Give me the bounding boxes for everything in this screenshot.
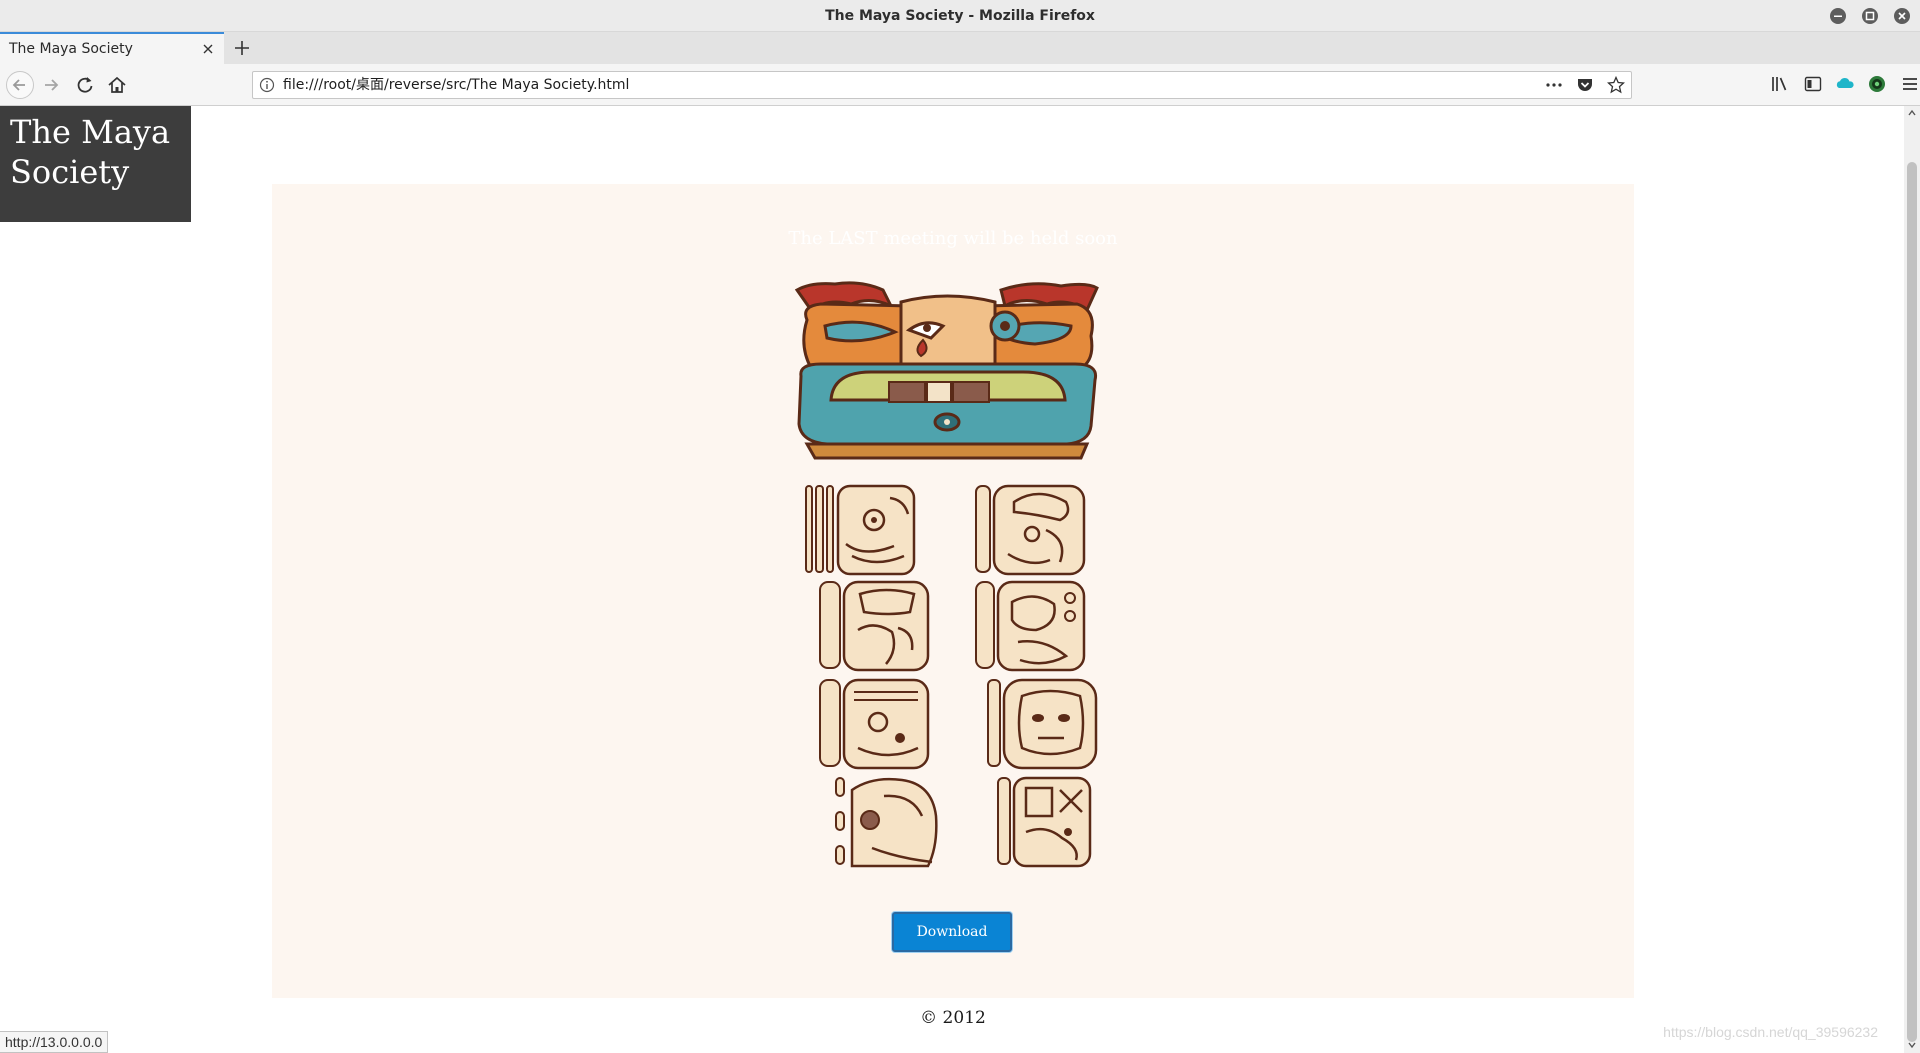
shield-extension-icon[interactable] bbox=[1867, 74, 1887, 94]
pocket-icon[interactable] bbox=[1576, 76, 1594, 94]
footer-copyright: © 2012 bbox=[920, 1008, 986, 1028]
mayan-glyph-5 bbox=[819, 678, 930, 770]
maximize-button[interactable] bbox=[1862, 8, 1878, 24]
minimize-icon bbox=[1834, 15, 1842, 17]
page-scrollbar[interactable] bbox=[1904, 106, 1920, 1053]
site-title: The Maya Society bbox=[10, 113, 171, 191]
reload-icon[interactable] bbox=[74, 74, 96, 96]
content-panel: The LAST meeting will be held soon Downl… bbox=[272, 184, 1634, 998]
home-icon[interactable] bbox=[106, 74, 128, 96]
tab-label: The Maya Society bbox=[9, 41, 133, 57]
mayan-glyph-6 bbox=[987, 678, 1098, 770]
url-text[interactable]: file:///root/桌面/reverse/src/The Maya Soc… bbox=[283, 72, 629, 98]
info-icon[interactable] bbox=[259, 77, 275, 93]
navigation-toolbar: file:///root/桌面/reverse/src/The Maya Soc… bbox=[0, 64, 1920, 106]
download-button[interactable]: Download bbox=[892, 912, 1012, 952]
mayan-mask-image bbox=[794, 281, 1099, 460]
close-window-button[interactable] bbox=[1894, 8, 1910, 24]
announcement-text: The LAST meeting will be held soon bbox=[788, 228, 1118, 249]
tab-close-icon[interactable] bbox=[200, 41, 216, 57]
hamburger-menu-icon[interactable] bbox=[1900, 74, 1920, 94]
mayan-glyph-3 bbox=[819, 580, 930, 672]
tab-strip: The Maya Society bbox=[0, 32, 1920, 64]
site-header: The Maya Society bbox=[0, 106, 191, 222]
mayan-glyph-4 bbox=[975, 580, 1086, 672]
page-viewport: The Maya Society The LAST meeting will b… bbox=[0, 106, 1904, 1053]
new-tab-icon[interactable] bbox=[232, 38, 252, 58]
sidebar-icon[interactable] bbox=[1803, 74, 1823, 94]
url-actions bbox=[1537, 75, 1626, 94]
mayan-glyph-1 bbox=[805, 484, 916, 576]
minimize-button[interactable] bbox=[1830, 8, 1846, 24]
ellipsis-icon[interactable] bbox=[1545, 76, 1563, 94]
back-button[interactable] bbox=[6, 71, 34, 99]
scrollbar-thumb[interactable] bbox=[1907, 162, 1917, 1042]
arrow-left-icon bbox=[12, 79, 25, 91]
watermark-text: https://blog.csdn.net/qq_39596232 bbox=[1663, 1024, 1878, 1040]
window-title: The Maya Society - Mozilla Firefox bbox=[825, 8, 1095, 24]
mayan-glyph-2 bbox=[975, 484, 1086, 576]
url-bar[interactable]: file:///root/桌面/reverse/src/The Maya Soc… bbox=[252, 71, 1632, 99]
close-icon bbox=[1898, 12, 1906, 20]
toolbar-right bbox=[1770, 74, 1920, 96]
mayan-glyph-8 bbox=[997, 776, 1092, 868]
scroll-up-icon[interactable] bbox=[1907, 108, 1917, 118]
window-titlebar: The Maya Society - Mozilla Firefox bbox=[0, 0, 1920, 32]
star-icon[interactable] bbox=[1606, 75, 1626, 94]
mayan-glyph-7 bbox=[835, 777, 938, 868]
status-bar-link-preview: http://13.0.0.0.0 bbox=[0, 1031, 109, 1053]
tab-the-maya-society[interactable]: The Maya Society bbox=[0, 32, 224, 64]
cloud-extension-icon[interactable] bbox=[1835, 74, 1855, 94]
library-icon[interactable] bbox=[1770, 74, 1790, 94]
scroll-down-icon[interactable] bbox=[1907, 1040, 1917, 1050]
maximize-icon bbox=[1865, 11, 1875, 21]
arrow-right-icon[interactable] bbox=[41, 74, 63, 96]
